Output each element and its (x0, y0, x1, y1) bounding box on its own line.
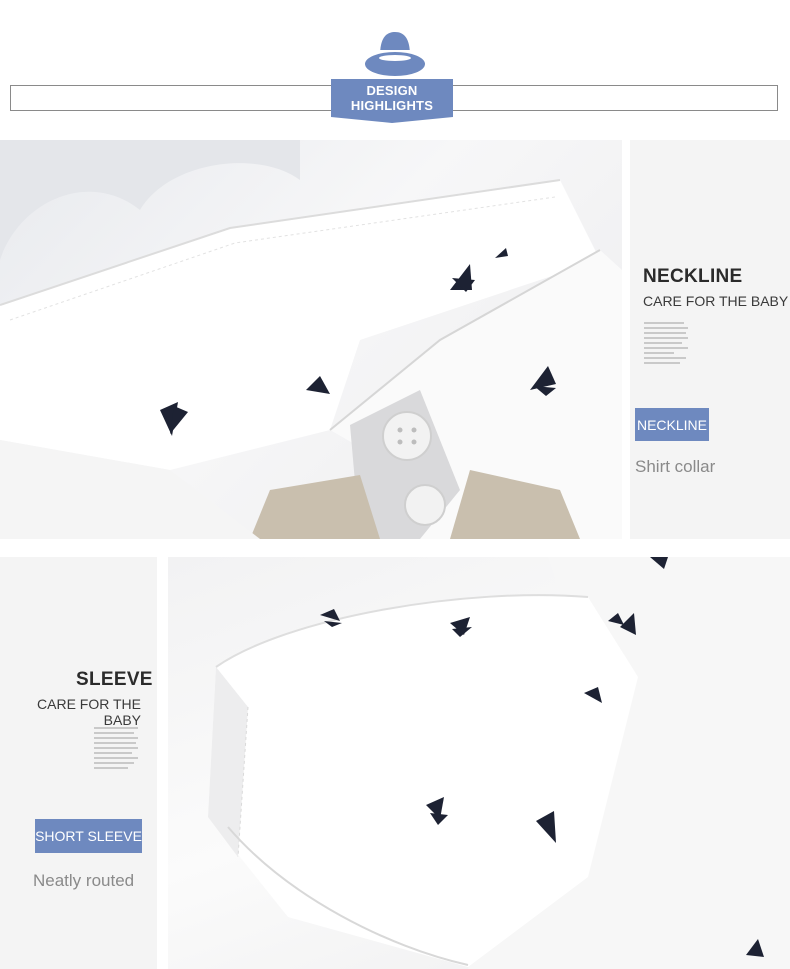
neckline-title: NECKLINE (643, 266, 743, 287)
hat-icon (362, 30, 428, 78)
shirt-collar-photo (0, 140, 622, 539)
short-sleeve-tag: SHORT SLEEVE (35, 819, 142, 853)
neckline-subtitle: CARE FOR THE BABY (643, 293, 789, 309)
sleeve-fine-print (94, 727, 138, 772)
neckline-caption: Shirt collar (635, 457, 716, 476)
badge-notch (331, 113, 453, 123)
sleeve-subtitle: CARE FOR THE BABY (37, 696, 141, 728)
design-highlights-badge: DESIGN HIGHLIGHTS (331, 79, 453, 117)
neckline-tag: NECKLINE (635, 408, 709, 441)
badge-line-2: HIGHLIGHTS (350, 98, 434, 113)
sleeve-title: SLEEVE (76, 669, 153, 690)
neckline-fine-print (644, 322, 688, 367)
sleeve-caption: Neatly routed (33, 871, 135, 890)
shirt-sleeve-photo (168, 557, 790, 969)
badge-line-1: DESIGN (366, 83, 418, 98)
